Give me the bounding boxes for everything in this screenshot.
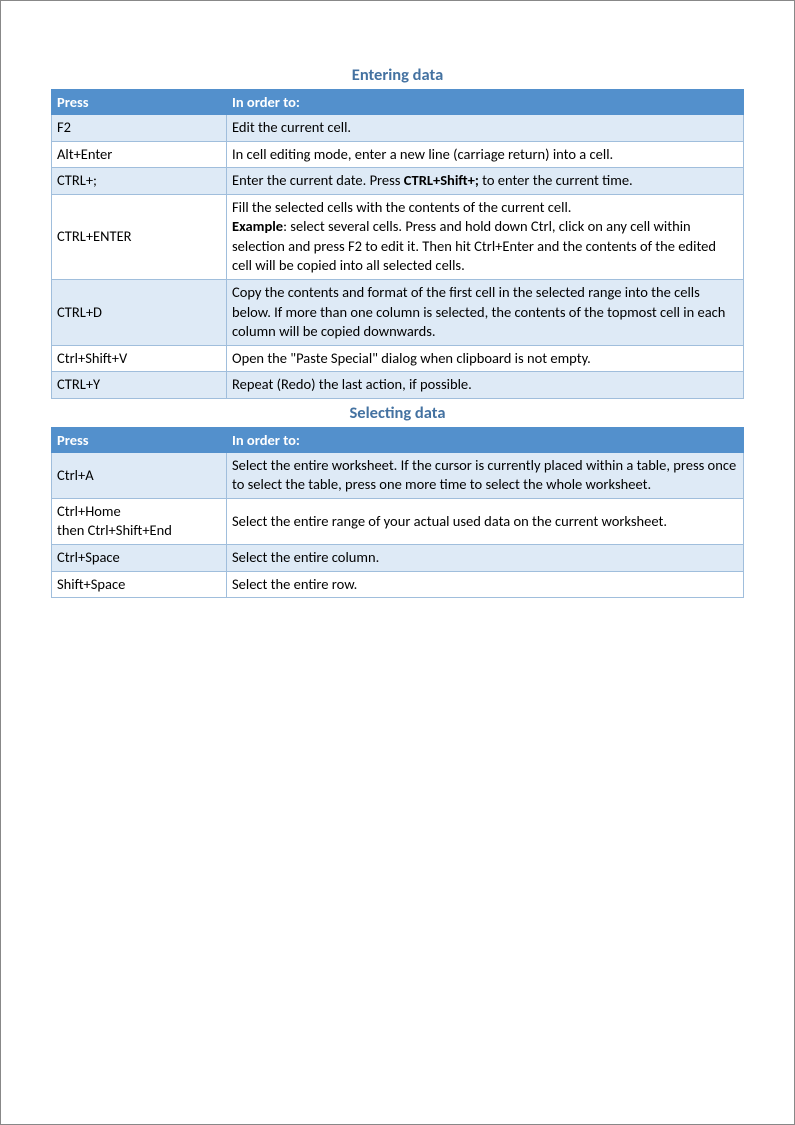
key-cell: CTRL+ENTER	[52, 194, 227, 279]
table-row: Alt+Enter In cell editing mode, enter a …	[52, 141, 744, 168]
key-cell: Ctrl+Homethen Ctrl+Shift+End	[52, 498, 227, 544]
desc-cell: Copy the contents and format of the firs…	[227, 279, 744, 345]
desc-cell: Select the entire range of your actual u…	[227, 498, 744, 544]
key-cell: Shift+Space	[52, 571, 227, 598]
table-row: Ctrl+Shift+V Open the "Paste Special" di…	[52, 345, 744, 372]
table-row: CTRL+ENTER Fill the selected cells with …	[52, 194, 744, 279]
desc-cell: Fill the selected cells with the content…	[227, 194, 744, 279]
desc-cell: Select the entire worksheet. If the curs…	[227, 452, 744, 498]
desc-cell: Enter the current date. Press CTRL+Shift…	[227, 168, 744, 195]
table-row: CTRL+; Enter the current date. Press CTR…	[52, 168, 744, 195]
table-row: CTRL+Y Repeat (Redo) the last action, if…	[52, 372, 744, 399]
table-header-action: In order to:	[227, 427, 744, 452]
desc-cell: Edit the current cell.	[227, 115, 744, 142]
shortcut-table-entering: Press In order to: F2 Edit the current c…	[51, 89, 744, 399]
shortcut-table-selecting: Press In order to: Ctrl+A Select the ent…	[51, 427, 744, 598]
document-page: Entering data Press In order to: F2 Edit…	[1, 1, 794, 648]
key-cell: CTRL+D	[52, 279, 227, 345]
desc-cell: Open the "Paste Special" dialog when cli…	[227, 345, 744, 372]
key-cell: Ctrl+Shift+V	[52, 345, 227, 372]
table-row: CTRL+D Copy the contents and format of t…	[52, 279, 744, 345]
key-cell: Alt+Enter	[52, 141, 227, 168]
key-cell: F2	[52, 115, 227, 142]
table-header-press: Press	[52, 427, 227, 452]
desc-cell: In cell editing mode, enter a new line (…	[227, 141, 744, 168]
section-title: Selecting data	[51, 403, 744, 423]
table-row: F2 Edit the current cell.	[52, 115, 744, 142]
desc-cell: Select the entire column.	[227, 545, 744, 572]
key-cell: CTRL+Y	[52, 372, 227, 399]
table-row: Ctrl+A Select the entire worksheet. If t…	[52, 452, 744, 498]
desc-cell: Repeat (Redo) the last action, if possib…	[227, 372, 744, 399]
desc-cell: Select the entire row.	[227, 571, 744, 598]
table-header-action: In order to:	[227, 90, 744, 115]
key-cell: Ctrl+A	[52, 452, 227, 498]
table-row: Shift+Space Select the entire row.	[52, 571, 744, 598]
key-cell: Ctrl+Space	[52, 545, 227, 572]
table-row: Ctrl+Homethen Ctrl+Shift+End Select the …	[52, 498, 744, 544]
section-title: Entering data	[51, 65, 744, 85]
table-row: Ctrl+Space Select the entire column.	[52, 545, 744, 572]
table-header-press: Press	[52, 90, 227, 115]
key-cell: CTRL+;	[52, 168, 227, 195]
